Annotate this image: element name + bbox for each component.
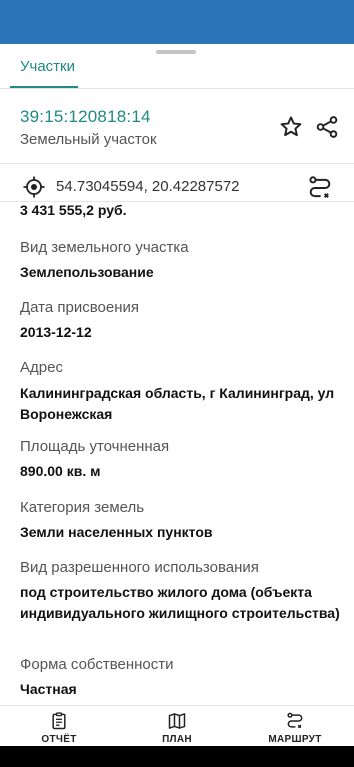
field-label-area: Площадь уточненная [20,438,170,455]
field-value-address: Калининградская область, г Калининград, … [20,385,335,422]
nav-route-button[interactable]: МАРШРУТ [236,706,354,747]
nav-map-button[interactable]: ПЛАН [118,706,236,747]
map-icon [168,713,186,729]
share-icon[interactable] [314,114,340,140]
system-navigation-bar [0,746,354,767]
bottom-navigation: ОТЧЁТ ПЛАН МАРШРУТ [0,705,354,747]
field-value-land-type: Землепользование [20,264,154,280]
location-target-icon[interactable] [22,175,46,199]
field-label-address: Адрес [20,359,63,376]
field-label-land-type: Вид земельного участка [20,239,189,256]
nav-report-button[interactable]: ОТЧЁТ [0,706,118,747]
cadastral-number: 39:15:120818:14 [20,107,151,126]
report-icon [52,712,66,730]
field-label-ownership: Форма собственности [20,656,174,673]
nav-map-label: ПЛАН [162,734,192,745]
object-type: Земельный участок [20,131,157,148]
favorite-star-icon[interactable] [278,114,304,140]
route-icon[interactable] [306,174,334,202]
header-divider [0,163,354,164]
field-label-land-category: Категория земель [20,499,145,516]
coordinates-text[interactable]: 54.73045594, 20.42287572 [56,178,240,195]
nav-report-label: ОТЧЁТ [41,734,77,745]
field-value-ownership: Частная [20,681,77,697]
tab-divider [0,88,354,89]
field-value-permitted-use: под строительство жилого дома (объекта и… [20,584,340,621]
details-list[interactable]: 3 431 555,2 руб. Вид земельного участка … [0,202,354,705]
field-value-date: 2013-12-12 [20,324,92,340]
field-label-date: Дата присвоения [20,299,139,316]
top-bar [0,0,354,44]
cadastral-value: 3 431 555,2 руб. [20,202,127,218]
field-value-land-category: Земли населенных пунктов [20,524,213,540]
field-label-permitted-use: Вид разрешенного использования [20,559,259,576]
tab-parcels[interactable]: Участки [20,58,75,75]
field-value-area: 890.00 кв. м [20,463,101,479]
sheet-drag-handle[interactable] [156,50,196,54]
nav-route-label: МАРШРУТ [268,734,322,745]
route-icon [287,712,303,729]
